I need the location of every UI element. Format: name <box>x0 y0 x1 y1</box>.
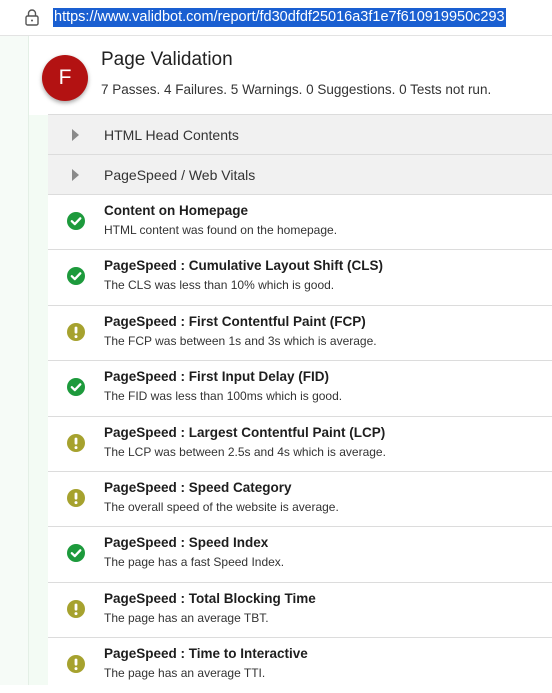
check-title: PageSpeed : Speed Index <box>104 535 269 551</box>
check-title: PageSpeed : Cumulative Layout Shift (CLS… <box>104 258 384 274</box>
lock-icon[interactable] <box>24 8 40 26</box>
section-pagespeed-web-vitals[interactable]: PageSpeed / Web Vitals <box>48 154 552 194</box>
check-title: Content on Homepage <box>104 203 248 218</box>
results-list: HTML Head Contents PageSpeed / Web Vital… <box>48 114 552 693</box>
check-item[interactable]: PageSpeed : Largest Contentful Paint (LC… <box>48 415 552 471</box>
exclamation-circle-icon <box>67 655 85 674</box>
url-field[interactable]: https://www.validbot.com/report/fd30dfdf… <box>53 8 506 27</box>
section-label: PageSpeed / Web Vitals <box>104 167 256 183</box>
caret-right-icon <box>72 129 79 141</box>
results-summary: 7 Passes. 4 Failures. 5 Warnings. 0 Sugg… <box>101 82 492 97</box>
check-description: The page has an average TBT. <box>104 610 269 625</box>
page-title: Page Validation <box>101 49 233 70</box>
exclamation-circle-icon <box>67 488 85 507</box>
report-header: F Page Validation 7 Passes. 4 Failures. … <box>29 36 552 114</box>
grade-avatar: F <box>42 55 88 101</box>
check-item[interactable]: PageSpeed : Time to Interactive The page … <box>48 637 552 693</box>
check-item[interactable]: PageSpeed : First Input Delay (FID) The F… <box>48 360 552 416</box>
check-item[interactable]: PageSpeed : Total Blocking Time The page … <box>48 581 552 638</box>
results-gutter <box>29 115 48 685</box>
check-description: The overall speed of the website is aver… <box>104 499 339 514</box>
check-title: PageSpeed : First Contentful Paint (FCP) <box>104 313 366 329</box>
address-bar[interactable]: https://www.validbot.com/report/fd30dfdf… <box>0 0 552 36</box>
check-item[interactable]: PageSpeed : First Contentful Paint (FCP)… <box>48 304 552 361</box>
check-description: The FID was less than 100ms which is goo… <box>104 389 343 404</box>
check-title: PageSpeed : Total Blocking Time <box>104 590 316 606</box>
check-description: HTML content was found on the homepage. <box>104 223 338 237</box>
check-item[interactable]: Content on Homepage HTML content was foun… <box>48 194 552 250</box>
exclamation-circle-icon <box>67 599 85 618</box>
check-title: PageSpeed : Largest Contentful Paint (LC… <box>104 424 386 440</box>
exclamation-circle-icon <box>67 433 85 452</box>
left-gutter <box>0 36 29 685</box>
check-item[interactable]: PageSpeed : Cumulative Layout Shift (CLS… <box>48 249 552 305</box>
check-title: PageSpeed : Speed Category <box>104 479 292 495</box>
check-description: The FCP was between 1s and 3s which is a… <box>104 333 377 348</box>
check-circle-icon <box>67 378 85 397</box>
caret-right-icon <box>72 169 79 181</box>
section-html-head-contents[interactable]: HTML Head Contents <box>48 114 552 154</box>
check-title: PageSpeed : First Input Delay (FID) <box>104 369 330 385</box>
check-description: The page has a fast Speed Index. <box>104 555 285 570</box>
exclamation-circle-icon <box>67 322 85 341</box>
check-description: The CLS was less than 10% which is good. <box>104 278 335 293</box>
check-circle-icon <box>67 212 85 230</box>
check-description: The LCP was between 2.5s and 4s which is… <box>104 444 386 459</box>
check-item[interactable]: PageSpeed : Speed Index The page has a fa… <box>48 526 552 582</box>
check-title: PageSpeed : Time to Interactive <box>104 646 308 662</box>
check-item[interactable]: PageSpeed : Speed Category The overall sp… <box>48 470 552 527</box>
check-description: The page has an average TTI. <box>104 666 266 681</box>
check-circle-icon <box>67 544 85 563</box>
section-label: HTML Head Contents <box>104 127 239 143</box>
check-circle-icon <box>67 267 85 286</box>
